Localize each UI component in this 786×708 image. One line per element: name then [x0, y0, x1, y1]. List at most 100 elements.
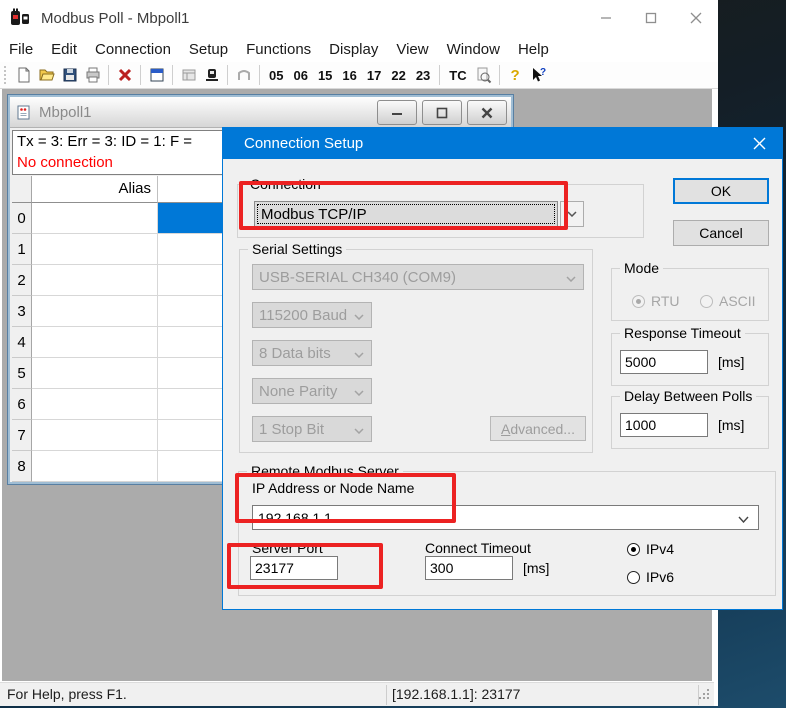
function-22-button[interactable]: 22 [386, 68, 410, 83]
save-icon[interactable] [58, 64, 81, 86]
row-header[interactable]: 0 [12, 203, 32, 234]
tx-stats-text: Tx = 3: Err = 3: ID = 1: F = [17, 133, 192, 150]
row-header[interactable]: 1 [12, 234, 32, 265]
toolbar-separator [227, 65, 228, 85]
mbpoll1-title-bar: Mbpoll1 [10, 97, 511, 128]
row-header[interactable]: 7 [12, 420, 32, 451]
connect-timeout-unit: [ms] [523, 560, 549, 576]
child-minimize-icon[interactable] [377, 100, 417, 125]
menu-view[interactable]: View [387, 41, 437, 58]
serial-port-select: USB-SERIAL CH340 (COM9) [252, 264, 584, 290]
poll-definition-icon[interactable] [177, 64, 200, 86]
menu-display[interactable]: Display [320, 41, 387, 58]
alias-cell[interactable] [32, 451, 158, 482]
no-connection-text: No connection [17, 154, 113, 171]
setup-window-icon[interactable] [145, 64, 168, 86]
ipv4-radio[interactable]: IPv4 [627, 541, 674, 557]
function-15-button[interactable]: 15 [313, 68, 337, 83]
alias-cell[interactable] [32, 358, 158, 389]
menu-edit[interactable]: Edit [42, 41, 86, 58]
zoom-document-icon[interactable] [472, 64, 495, 86]
row-header[interactable]: 4 [12, 327, 32, 358]
function-06-button[interactable]: 06 [288, 68, 312, 83]
radio-icon [627, 543, 640, 556]
communication-traffic-icon[interactable] [200, 64, 223, 86]
advanced-button-label: dvanced... [510, 421, 575, 437]
about-help-icon[interactable]: ? [504, 64, 527, 86]
disconnect-icon[interactable] [113, 64, 136, 86]
print-icon[interactable] [81, 64, 104, 86]
chevron-down-icon [354, 383, 364, 400]
menu-connection[interactable]: Connection [86, 41, 180, 58]
mode-group: Mode RTU ASCII [611, 268, 769, 321]
alias-cell[interactable] [32, 420, 158, 451]
maximize-icon[interactable] [628, 0, 673, 36]
menu-window[interactable]: Window [438, 41, 509, 58]
mbpoll1-title: Mbpoll1 [39, 104, 92, 121]
serial-settings-group: Serial Settings USB-SERIAL CH340 (COM9) … [239, 249, 593, 453]
menu-setup[interactable]: Setup [180, 41, 237, 58]
toolbar-grip[interactable] [4, 66, 7, 84]
chevron-down-icon [354, 345, 364, 362]
radio-icon [627, 571, 640, 584]
function-05-button[interactable]: 05 [264, 68, 288, 83]
dialog-close-icon[interactable] [736, 128, 782, 159]
data-bits-value: 8 Data bits [259, 345, 331, 362]
menu-functions[interactable]: Functions [237, 41, 320, 58]
cancel-button[interactable]: Cancel [673, 220, 769, 246]
ipv6-radio[interactable]: IPv6 [627, 569, 674, 585]
alias-cell[interactable] [32, 296, 158, 327]
resize-grip[interactable] [699, 687, 710, 703]
child-close-icon[interactable] [467, 100, 507, 125]
chevron-down-icon[interactable] [738, 510, 749, 526]
open-file-icon[interactable] [35, 64, 58, 86]
response-timeout-input[interactable] [620, 350, 708, 374]
alias-cell[interactable] [32, 265, 158, 296]
dialog-title: Connection Setup [244, 135, 363, 152]
rtu-radio: RTU [632, 293, 680, 309]
connect-timeout-label: Connect Timeout [425, 540, 531, 556]
menu-help[interactable]: Help [509, 41, 558, 58]
dialog-title-bar: Connection Setup [223, 128, 782, 159]
function-generic-icon[interactable] [232, 64, 255, 86]
row-header[interactable]: 6 [12, 389, 32, 420]
alias-cell[interactable] [32, 234, 158, 265]
row-header[interactable]: 8 [12, 451, 32, 482]
child-maximize-icon[interactable] [422, 100, 462, 125]
close-icon[interactable] [673, 0, 718, 36]
row-header[interactable]: 5 [12, 358, 32, 389]
serial-port-value: USB-SERIAL CH340 (COM9) [259, 269, 456, 286]
alias-cell[interactable] [32, 389, 158, 420]
chevron-down-icon [354, 307, 364, 324]
ok-button[interactable]: OK [673, 178, 769, 204]
row-header[interactable]: 3 [12, 296, 32, 327]
toolbar-separator [172, 65, 173, 85]
desktop: Modbus Poll - Mbpoll1 File Edit Connecti… [0, 0, 786, 708]
alias-column-header[interactable]: Alias [32, 176, 158, 203]
menu-bar: File Edit Connection Setup Functions Dis… [0, 36, 718, 62]
function-17-button[interactable]: 17 [362, 68, 386, 83]
ascii-radio: ASCII [700, 293, 756, 309]
context-help-icon[interactable]: ? [527, 64, 550, 86]
response-timeout-group: Response Timeout [ms] [611, 333, 769, 386]
connect-timeout-input[interactable] [425, 556, 513, 580]
toolbar: 05 06 15 16 17 22 23 TC ? ? [0, 62, 718, 89]
delay-input[interactable] [620, 413, 708, 437]
menu-file[interactable]: File [0, 41, 42, 58]
row-header[interactable]: 2 [12, 265, 32, 296]
response-timeout-unit: [ms] [718, 354, 744, 370]
test-center-button[interactable]: TC [444, 68, 471, 83]
alias-cell[interactable] [32, 327, 158, 358]
alias-cell[interactable] [32, 203, 158, 234]
svg-text:?: ? [540, 67, 546, 78]
function-23-button[interactable]: 23 [411, 68, 435, 83]
data-bits-select: 8 Data bits [252, 340, 372, 366]
annotation-box-server-port [227, 543, 383, 589]
function-16-button[interactable]: 16 [337, 68, 361, 83]
new-file-icon[interactable] [12, 64, 35, 86]
baud-rate-select: 115200 Baud [252, 302, 372, 328]
advanced-button-mnemonic: A [501, 421, 510, 437]
chevron-down-icon [566, 269, 576, 286]
baud-rate-value: 115200 Baud [259, 307, 347, 324]
minimize-icon[interactable] [583, 0, 628, 36]
